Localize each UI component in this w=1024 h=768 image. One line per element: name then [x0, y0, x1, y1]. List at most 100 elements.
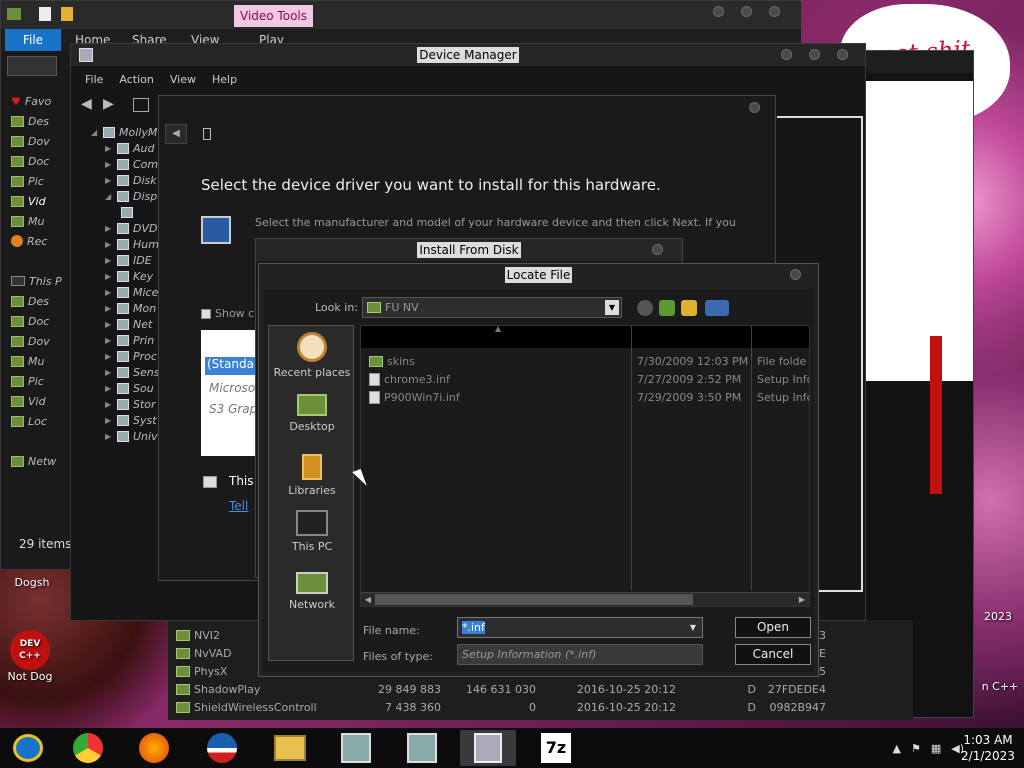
install-from-disk-titlebar[interactable]: Install From Disk [256, 239, 682, 261]
nav-item[interactable]: Mu [11, 351, 73, 371]
taskbar-7zip-button[interactable]: 7z [528, 730, 584, 766]
nav-item[interactable]: Doc [11, 151, 73, 171]
menu-action[interactable]: Action [119, 73, 153, 86]
install-close-button[interactable] [652, 244, 663, 255]
place-libraries[interactable]: Libraries [269, 454, 355, 497]
folder-icon [11, 375, 24, 387]
explorer-back-forward[interactable] [7, 56, 57, 76]
collapse-icon: ◢ [91, 127, 98, 137]
taskbar-setup-button-2[interactable] [394, 730, 450, 766]
chevron-down-icon[interactable]: ▼ [686, 620, 700, 635]
new-folder-icon[interactable] [681, 300, 697, 316]
file-list[interactable]: ▲ skins 7/30/2009 12:03 PM File folde ch… [360, 324, 810, 607]
device-manager-titlebar[interactable]: Device Manager [71, 44, 865, 66]
locate-file-dialog[interactable]: Locate File Look in: FU NV ▼ Recent plac… [258, 263, 819, 677]
folder-icon [11, 135, 24, 147]
show-hidden-icons-icon[interactable]: ▲ [892, 742, 900, 755]
manufacturer-item-selected[interactable]: (Standar [205, 357, 255, 375]
file-name-input[interactable]: *.inf ▼ [457, 617, 703, 638]
manufacturer-item[interactable]: Microso [209, 381, 257, 395]
scroll-right-icon[interactable]: ▶ [795, 593, 809, 606]
nav-item[interactable]: Rec [11, 231, 73, 251]
place-recent[interactable]: Recent places [269, 332, 355, 379]
table-row[interactable]: ShieldWirelessControll 7 438 360 0 2016-10… [176, 698, 826, 716]
place-network[interactable]: Network [269, 572, 355, 611]
menu-view[interactable]: View [170, 73, 196, 86]
nav-item[interactable]: Pic [11, 171, 73, 191]
file-row[interactable]: P900Win7i.inf 7/29/2009 3:50 PM Setup In… [361, 388, 809, 406]
explorer-maximize-button[interactable] [741, 6, 752, 17]
desktop-icon-cpp[interactable]: n C++ [970, 680, 1024, 693]
file-row[interactable]: chrome3.inf 7/27/2009 2:52 PM Setup Info [361, 370, 809, 388]
properties-grid-icon[interactable] [133, 98, 149, 112]
wizard-close-button[interactable] [749, 102, 760, 113]
file-row[interactable]: skins 7/30/2009 12:03 PM File folde [361, 352, 809, 370]
taskbar-files-button[interactable] [262, 730, 318, 766]
driver-signing-link[interactable]: Tell [229, 499, 248, 513]
locate-file-titlebar[interactable]: Locate File [259, 264, 818, 286]
nav-item[interactable]: Pic [11, 371, 73, 391]
nav-item[interactable]: Mu [11, 211, 73, 231]
new-folder-icon[interactable] [61, 7, 73, 21]
taskbar-setup-button[interactable] [328, 730, 384, 766]
nav-item[interactable]: Doc [11, 311, 73, 331]
table-row[interactable]: ShadowPlay 29 849 883 146 631 030 2016-10-… [176, 680, 826, 698]
network-icon [296, 572, 328, 594]
locate-close-button[interactable] [790, 269, 801, 280]
taskbar-explorer-button[interactable] [0, 730, 56, 766]
menu-file[interactable]: File [85, 73, 103, 86]
nav-item[interactable]: Dov [11, 331, 73, 351]
flag-icon[interactable]: ⚑ [911, 742, 921, 755]
scroll-left-icon[interactable]: ◀ [361, 593, 375, 606]
nav-item[interactable]: Loc [11, 411, 73, 431]
clock[interactable]: 1:03 AM 2/1/2023 [958, 732, 1018, 764]
manufacturer-item[interactable]: S3 Grap [209, 402, 257, 416]
taskbar-device-installer-button[interactable] [460, 730, 516, 766]
menu-help[interactable]: Help [212, 73, 237, 86]
nav-item[interactable]: Des [11, 291, 73, 311]
cancel-button[interactable]: Cancel [735, 644, 811, 665]
tab-file[interactable]: File [5, 29, 61, 51]
up-one-level-icon[interactable] [659, 300, 675, 316]
desktop-icon-recycle[interactable]: 2023 [968, 610, 1024, 623]
desktop-icon-devcpp[interactable]: DEV C++ Not Dog [0, 630, 60, 683]
dm-minimize-button[interactable] [781, 49, 792, 60]
background-window-titlebar [863, 51, 973, 73]
nav-item[interactable]: ♥ Favo [11, 91, 73, 111]
recent-icon [11, 235, 23, 247]
nav-item[interactable]: Dov [11, 131, 73, 151]
forward-arrow-icon[interactable]: ▶ [103, 96, 114, 112]
place-desktop[interactable]: Desktop [269, 394, 355, 433]
explorer-minimize-button[interactable] [713, 6, 724, 17]
taskbar-app-button[interactable] [194, 730, 250, 766]
desktop-icon-dogs[interactable]: Dogsh [2, 576, 62, 589]
place-this-pc[interactable]: This PC [269, 510, 355, 553]
chevron-down-icon[interactable]: ▼ [605, 300, 619, 315]
view-menu-icon[interactable] [705, 300, 729, 316]
nav-item[interactable]: Netw [11, 451, 73, 471]
show-compatible-checkbox[interactable]: Show c [201, 307, 254, 320]
taskbar-firefox-button[interactable] [126, 730, 182, 766]
horizontal-scrollbar[interactable]: ◀ ▶ [361, 592, 809, 606]
background-window-right[interactable] [862, 50, 974, 718]
explorer-close-button[interactable] [769, 6, 780, 17]
wizard-back-button[interactable]: ◀ [165, 124, 187, 144]
inf-file-icon [369, 372, 380, 386]
nav-item[interactable]: This P [11, 271, 73, 291]
dm-maximize-button[interactable] [809, 49, 820, 60]
dm-close-button[interactable] [837, 49, 848, 60]
scrollbar-thumb[interactable] [375, 594, 693, 605]
nav-item[interactable]: Vid [11, 391, 73, 411]
folder-icon [369, 355, 383, 367]
ribbon-contextual-video-tools[interactable]: Video Tools [234, 5, 313, 27]
look-in-select[interactable]: FU NV ▼ [362, 297, 622, 318]
nav-item[interactable]: Des [11, 111, 73, 131]
files-of-type-select[interactable]: Setup Information (*.inf) [457, 644, 703, 665]
open-button[interactable]: Open [735, 617, 811, 638]
network-icon[interactable]: ▦ [931, 742, 941, 755]
go-back-icon[interactable] [637, 300, 653, 316]
nav-item[interactable]: Vid [11, 191, 73, 211]
properties-icon[interactable] [39, 7, 51, 21]
taskbar-chrome-button[interactable] [60, 730, 116, 766]
back-arrow-icon[interactable]: ◀ [81, 96, 92, 112]
